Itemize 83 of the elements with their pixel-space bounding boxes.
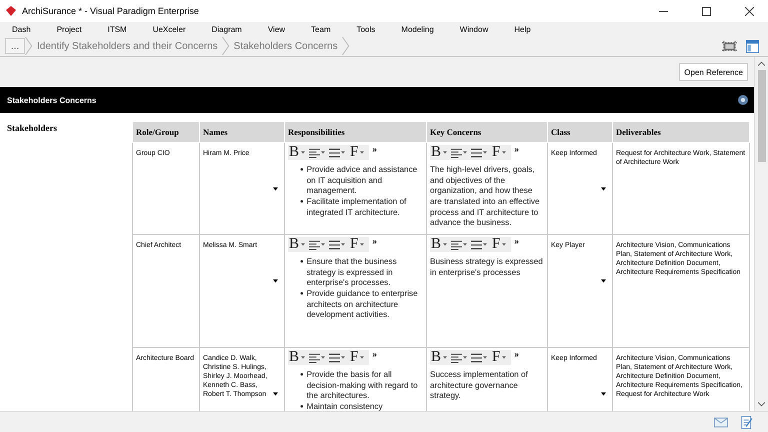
align-icon[interactable] (451, 352, 462, 362)
font-button[interactable]: F (491, 350, 502, 365)
chevron-icon (222, 37, 230, 55)
list-icon[interactable] (471, 240, 482, 250)
column-header: Responsibilities (284, 122, 426, 142)
column-header: Deliverables (612, 122, 750, 142)
bold-button[interactable]: B (288, 145, 300, 160)
fit-icon[interactable] (722, 40, 737, 52)
menu-item[interactable]: ITSM (102, 24, 133, 34)
menu-item[interactable]: Project (50, 24, 88, 34)
bullet-text: Ensure that the business strategy is expressed in enterprise's processes. (306, 257, 398, 289)
key-concerns-text: The high-level drivers, goals, and objectives of the organization, and how these are translated into an effective process and IT architecture to advance the business. (430, 165, 541, 229)
key-concerns-text: Business strategy is expressed in enterprise's processes (430, 257, 544, 278)
list-icon[interactable] (329, 352, 340, 362)
chevron-icon (25, 37, 33, 55)
menu-item[interactable]: Dash (6, 24, 37, 34)
dropdown-icon[interactable] (273, 392, 278, 396)
more-button[interactable]: » (514, 145, 519, 154)
chevron-icon (342, 37, 350, 55)
align-icon[interactable] (309, 148, 320, 158)
more-button[interactable]: » (372, 145, 377, 154)
layout-icon[interactable] (745, 40, 760, 52)
breadcrumb-item[interactable]: Stakeholders Concerns (230, 38, 342, 54)
section-title: Stakeholders Concerns (7, 96, 96, 104)
list-icon[interactable] (329, 240, 340, 250)
close-icon[interactable] (745, 6, 754, 16)
more-button[interactable]: » (372, 237, 377, 246)
bold-button[interactable]: B (430, 145, 442, 160)
font-button[interactable]: F (491, 145, 502, 160)
more-button[interactable]: » (514, 237, 519, 246)
column-header: Key Concerns (426, 122, 548, 142)
note-icon[interactable] (740, 416, 754, 428)
more-button[interactable]: » (372, 350, 377, 359)
font-button[interactable]: F (349, 350, 360, 365)
dropdown-icon[interactable] (601, 279, 606, 283)
menu-item[interactable]: Modeling (395, 24, 440, 34)
menu-item[interactable]: Help (508, 24, 537, 34)
maximize-icon[interactable] (702, 6, 711, 16)
dropdown-icon[interactable] (273, 187, 278, 191)
align-icon[interactable] (309, 240, 320, 250)
list-icon[interactable] (471, 148, 482, 158)
list-icon[interactable] (471, 352, 482, 362)
font-button[interactable]: F (491, 237, 502, 252)
window-title: ArchiSurance * - Visual Paradigm Enterprise (22, 6, 199, 16)
dropdown-icon[interactable] (601, 392, 606, 396)
key-concerns-text: Success implementation of architecture governance strategy. (430, 370, 529, 402)
bold-button[interactable]: B (288, 350, 300, 365)
menu-item[interactable]: UeXceler (146, 24, 192, 34)
more-button[interactable]: » (514, 350, 519, 359)
menu-item[interactable]: Diagram (206, 24, 248, 34)
scrollbar[interactable] (754, 57, 768, 411)
scroll-up-icon[interactable] (758, 61, 765, 66)
column-header: Role/Group (132, 122, 200, 142)
menu-item[interactable]: Tools (350, 24, 382, 34)
bullet-text: Facilitate implementation of integrated IT architecture. (306, 196, 408, 218)
bullet-text: Provide advice and assistance on IT acquisition and management. (306, 165, 418, 197)
list-icon[interactable] (329, 148, 340, 158)
align-icon[interactable] (451, 240, 462, 250)
menu-item[interactable]: Window (454, 24, 494, 34)
scroll-down-icon[interactable] (758, 402, 765, 407)
menu-item[interactable]: View (262, 24, 292, 34)
column-header: Names (200, 122, 284, 142)
scroll-thumb[interactable] (758, 70, 766, 162)
font-button[interactable]: F (349, 237, 360, 252)
bold-button[interactable]: B (430, 350, 442, 365)
collapse-icon[interactable] (738, 95, 748, 105)
column-header: Class (548, 122, 612, 142)
dropdown-icon[interactable] (273, 279, 278, 283)
bullet-text: Provide guidance to enterprise architects on architecture development activities. (306, 288, 419, 321)
bullet-text: Maintain consistency (306, 402, 383, 411)
open-reference-button[interactable]: Open Reference (679, 63, 748, 81)
font-button[interactable]: F (349, 145, 360, 160)
breadcrumb-item[interactable]: Identify Stakeholders and their Concerns (33, 38, 222, 54)
field-label: Stakeholders (7, 122, 58, 133)
dropdown-icon[interactable] (601, 187, 606, 191)
bold-button[interactable]: B (430, 237, 442, 252)
align-icon[interactable] (309, 352, 320, 362)
menu-item[interactable]: Team (305, 24, 337, 34)
bullet-text: Provide the basis for all decision-making with regard to the architectures. (306, 370, 419, 402)
bold-button[interactable]: B (288, 237, 300, 252)
breadcrumb-more-button[interactable]: ... (5, 38, 25, 54)
align-icon[interactable] (451, 148, 462, 158)
logo-icon (6, 6, 16, 16)
